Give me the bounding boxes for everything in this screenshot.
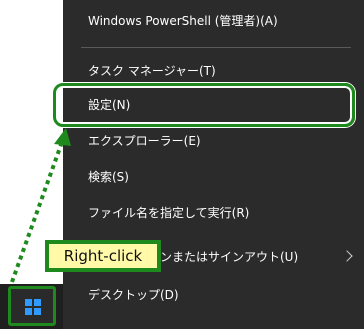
menu-item-label: ファイル名を指定して実行(R) [88,206,250,220]
right-click-callout: Right-click [45,240,161,272]
settings-highlight-box [53,83,355,127]
menu-item-label: Windows PowerShell (管理者)(A) [88,14,278,28]
menu-item-label: デスクトップ(D) [88,288,179,302]
windows-logo-icon [25,299,41,315]
start-button[interactable] [8,286,56,326]
menu-item-desktop[interactable]: デスクトップ(D) [63,276,364,314]
menu-item-powershell-admin[interactable]: Windows PowerShell (管理者)(A) [63,2,364,40]
context-menu: Windows PowerShell (管理者)(A) タスク マネージャー(T… [63,0,364,329]
menu-item-run[interactable]: ファイル名を指定して実行(R) [63,194,364,232]
menu-item-label: エクスプローラー(E) [88,134,201,148]
menu-item-search[interactable]: 検索(S) [63,158,364,196]
menu-separator [81,47,351,48]
callout-text: Right-click [63,247,143,265]
menu-item-explorer[interactable]: エクスプローラー(E) [63,122,364,160]
menu-item-label: タスク マネージャー(T) [88,64,216,78]
chevron-right-icon [341,250,353,262]
menu-item-label: 検索(S) [88,170,129,184]
